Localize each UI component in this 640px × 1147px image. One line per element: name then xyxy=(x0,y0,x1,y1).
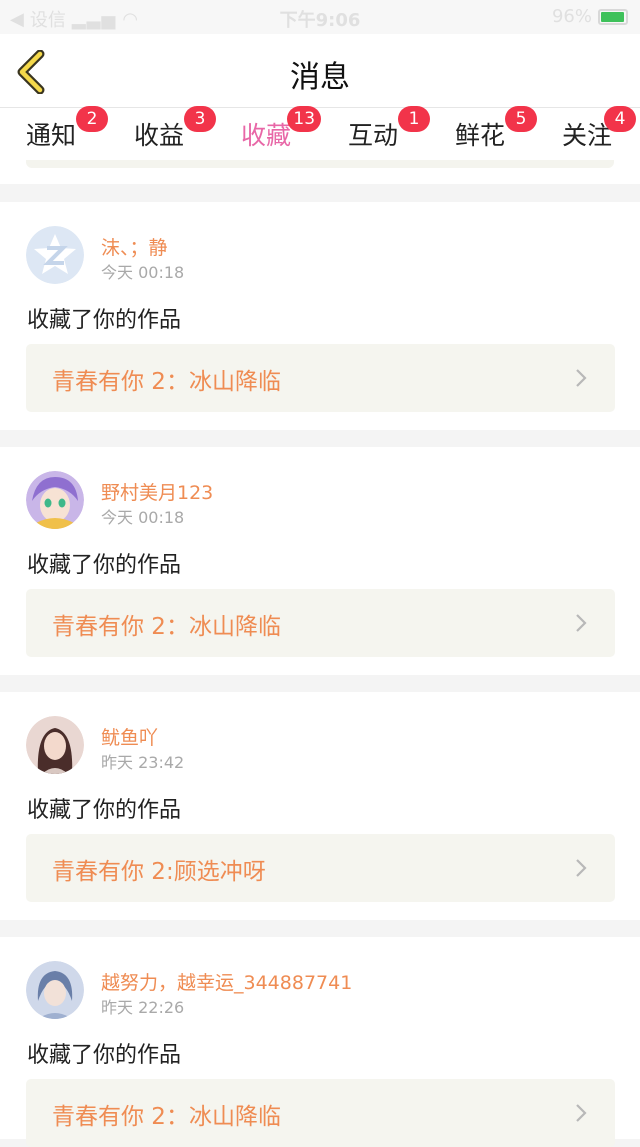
username[interactable]: 野村美月123 xyxy=(101,478,213,505)
timestamp: 今天 00:18 xyxy=(101,263,185,282)
tab-follows[interactable]: 关注 4 xyxy=(562,106,637,152)
action-text: 收藏了你的作品 xyxy=(27,1043,182,1068)
username[interactable]: 鱿鱼吖 xyxy=(101,723,158,750)
action-text: 收藏了你的作品 xyxy=(27,553,182,578)
work-title: 青春有你 2：冰山降临 xyxy=(52,1104,281,1130)
tab-earnings[interactable]: 收益 3 xyxy=(134,106,217,152)
work-link[interactable]: 青春有你 2：冰山降临 xyxy=(26,344,615,412)
timestamp: 今天 00:18 xyxy=(101,508,185,527)
work-title: 青春有你 2：冰山降临 xyxy=(52,369,281,395)
chevron-right-icon xyxy=(576,369,587,387)
chevron-right-icon xyxy=(576,859,587,877)
message-card: 鱿鱼吖 昨天 23:42 收藏了你的作品 青春有你 2:顾选冲呀 xyxy=(0,692,640,920)
tab-badge: 1 xyxy=(398,106,431,132)
message-card: 沫、；静 今天 00:18 收藏了你的作品 青春有你 2：冰山降临 xyxy=(0,202,640,430)
qzone-avatar-icon xyxy=(26,226,84,284)
username[interactable]: 越努力，越幸运_344887741 xyxy=(101,968,352,995)
action-text: 收藏了你的作品 xyxy=(27,798,182,823)
timestamp: 昨天 23:42 xyxy=(101,753,185,772)
tab-badge: 3 xyxy=(184,106,217,132)
tab-interactions[interactable]: 互动 1 xyxy=(348,106,431,152)
message-card: 越努力，越幸运_344887741 昨天 22:26 收藏了你的作品 青春有你 … xyxy=(0,937,640,1147)
tab-label: 通知 xyxy=(26,121,77,150)
battery-icon xyxy=(598,8,628,25)
work-title: 青春有你 2:顾选冲呀 xyxy=(52,859,266,885)
page-title: 消息 xyxy=(290,60,350,95)
battery-percent: 96% xyxy=(551,6,592,27)
tab-label: 关注 xyxy=(562,121,613,150)
work-link[interactable]: 青春有你 2:顾选冲呀 xyxy=(26,834,615,902)
tab-badge: 2 xyxy=(76,106,109,132)
status-time: 下午9:06 xyxy=(279,10,361,31)
tab-badge: 4 xyxy=(604,106,637,132)
username[interactable]: 沫、；静 xyxy=(101,233,168,260)
navigation-bar: 消息 xyxy=(0,34,640,108)
work-link[interactable]: 青春有你 2：冰山降临 xyxy=(26,1079,615,1147)
tab-flowers[interactable]: 鲜花 5 xyxy=(455,106,538,152)
status-bar: ◀ 设信 ▂▃▅ ◠ 下午9:06 96% xyxy=(0,0,640,34)
portrait-photo-avatar-icon xyxy=(26,961,84,1019)
anime-character-avatar-icon xyxy=(26,471,84,529)
tab-label: 收藏 xyxy=(241,121,292,150)
work-title: 青春有你 2：冰山降临 xyxy=(52,614,281,640)
avatar[interactable] xyxy=(26,226,84,284)
avatar[interactable] xyxy=(26,961,84,1019)
tab-favorites[interactable]: 收藏 13 xyxy=(241,106,322,166)
tab-notifications[interactable]: 通知 2 xyxy=(26,106,109,152)
timestamp: 昨天 22:26 xyxy=(101,998,185,1017)
work-link[interactable]: 青春有你 2：冰山降临 xyxy=(26,589,615,657)
previous-card-edge xyxy=(26,160,614,168)
tab-bar: 通知 2 收益 3 收藏 13 互动 1 鲜花 5 关注 4 xyxy=(0,106,640,184)
portrait-photo-avatar-icon xyxy=(26,716,84,774)
avatar[interactable] xyxy=(26,716,84,774)
tab-badge: 13 xyxy=(287,106,322,132)
tab-badge: 5 xyxy=(505,106,538,132)
tab-label: 互动 xyxy=(348,121,399,150)
message-card: 野村美月123 今天 00:18 收藏了你的作品 青春有你 2：冰山降临 xyxy=(0,447,640,675)
action-text: 收藏了你的作品 xyxy=(27,308,182,333)
chevron-right-icon xyxy=(576,1104,587,1122)
chevron-right-icon xyxy=(576,614,587,632)
avatar[interactable] xyxy=(26,471,84,529)
tab-label: 鲜花 xyxy=(455,121,506,150)
tab-label: 收益 xyxy=(134,121,185,150)
